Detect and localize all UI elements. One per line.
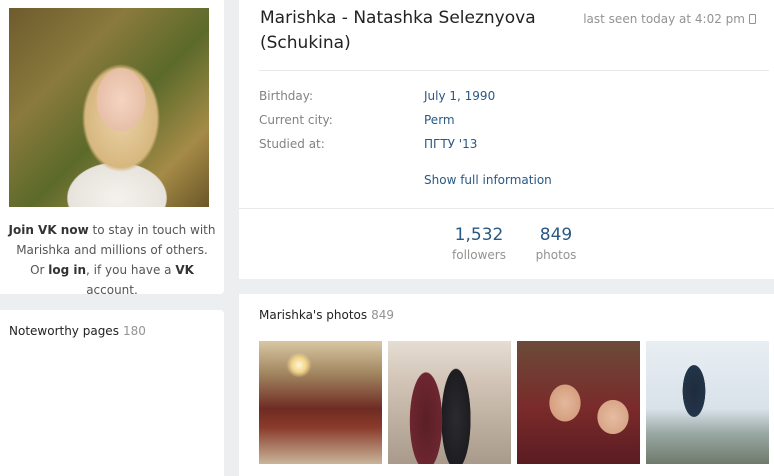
profile-photo-card: Join VK now to stay in touch with Marish… — [0, 0, 224, 297]
last-seen-text: last seen today at 4:02 pm — [583, 12, 745, 26]
photo-thumbnail[interactable] — [388, 341, 511, 464]
photos-card: Marishka's photos 849 — [239, 294, 774, 476]
birthday-label: Birthday: — [259, 89, 314, 103]
if-have-text: , if you have a — [86, 263, 176, 277]
followers-label: followers — [452, 248, 506, 262]
noteworthy-card: Noteworthy pages 180 — [0, 310, 224, 476]
divider — [239, 208, 774, 209]
join-vk-link[interactable]: Join VK now — [9, 223, 89, 237]
photo-thumbnail[interactable] — [259, 341, 382, 464]
noteworthy-pages-header[interactable]: Noteworthy pages 180 — [9, 324, 146, 338]
city-value[interactable]: Perm — [424, 113, 455, 127]
profile-info-card: Marishka - Natashka Seleznyova (Schukina… — [239, 0, 774, 279]
photos-title: Marishka's photos — [259, 308, 368, 322]
followers-count: 1,532 — [454, 225, 504, 245]
join-prompt: Join VK now to stay in touch with Marish… — [8, 220, 216, 300]
join-text-2: Marishka and millions of others. — [16, 243, 208, 257]
photos-header[interactable]: Marishka's photos 849 — [259, 308, 394, 322]
city-label: Current city: — [259, 113, 333, 127]
account-text: account. — [86, 283, 138, 297]
mobile-phone-icon — [749, 14, 756, 24]
photos-count: 849 — [539, 225, 573, 245]
photos-label: photos — [535, 248, 577, 262]
photo-thumbnail[interactable] — [517, 341, 640, 464]
photos-title-count: 849 — [371, 308, 395, 322]
vk-text: VK — [175, 263, 194, 277]
divider — [259, 70, 769, 71]
log-in-link[interactable]: log in — [48, 263, 86, 277]
show-full-information-link[interactable]: Show full information — [424, 173, 552, 187]
last-seen-status: last seen today at 4:02 pm — [583, 12, 756, 26]
profile-avatar[interactable] — [9, 8, 209, 207]
join-text-1: to stay in touch with — [88, 223, 216, 237]
birthday-value[interactable]: July 1, 1990 — [424, 89, 495, 103]
or-text: Or — [30, 263, 49, 277]
noteworthy-label: Noteworthy pages — [9, 324, 119, 338]
noteworthy-count: 180 — [122, 324, 146, 338]
studied-label: Studied at: — [259, 137, 325, 151]
page-title: Marishka - Natashka Seleznyova (Schukina… — [260, 8, 536, 53]
photo-thumbnail[interactable] — [646, 341, 769, 464]
studied-value[interactable]: ПГТУ '13 — [424, 137, 477, 151]
photos-counter[interactable]: 849 photos — [529, 224, 583, 264]
followers-counter[interactable]: 1,532 followers — [449, 224, 509, 264]
